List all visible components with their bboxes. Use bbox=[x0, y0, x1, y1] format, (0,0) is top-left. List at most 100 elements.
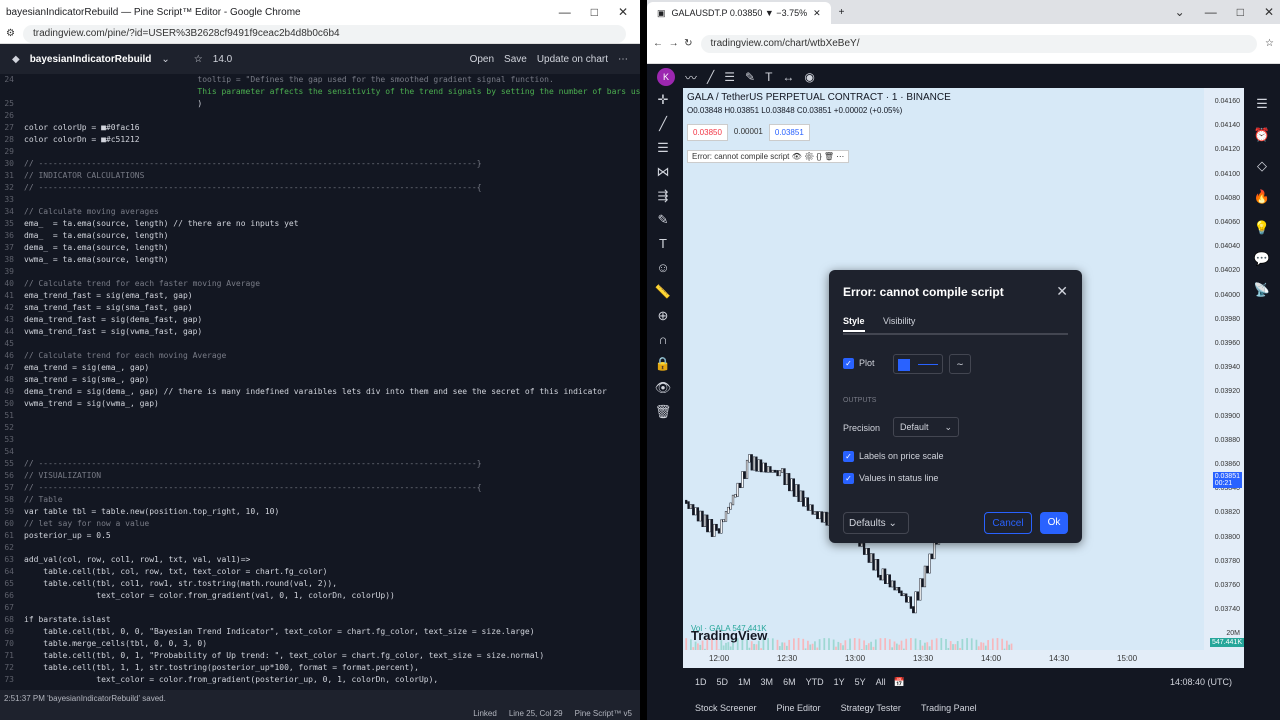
range-button-3m[interactable]: 3M bbox=[761, 677, 774, 687]
linked-status[interactable]: Linked bbox=[473, 709, 497, 718]
code-line[interactable]: 34 // Calculate moving averages bbox=[0, 206, 640, 218]
code-line[interactable]: 43 dema_trend_fast = sig(dema_fast, gap) bbox=[0, 314, 640, 326]
chevron-down-icon[interactable]: ⌄ bbox=[1175, 5, 1185, 19]
pattern-icon[interactable]: ⋈ bbox=[647, 160, 679, 184]
range-button-5y[interactable]: 5Y bbox=[855, 677, 866, 687]
close-icon[interactable]: ✕ bbox=[1264, 5, 1274, 19]
code-line[interactable]: 33 bbox=[0, 194, 640, 206]
code-line[interactable]: 56 // VISUALIZATION bbox=[0, 470, 640, 482]
code-line[interactable]: 61 posterior_up = 0.5 bbox=[0, 530, 640, 542]
open-button[interactable]: Open bbox=[470, 54, 494, 65]
code-line[interactable]: 53 bbox=[0, 434, 640, 446]
forecast-icon[interactable]: ⇶ bbox=[647, 184, 679, 208]
eye-icon[interactable]: 👁 bbox=[647, 376, 679, 400]
script-name[interactable]: bayesianIndicatorRebuild bbox=[30, 54, 152, 65]
code-line[interactable]: 68 if barstate.islast bbox=[0, 614, 640, 626]
measure-icon[interactable]: ↔ bbox=[782, 70, 794, 84]
precision-select[interactable]: Default ⌄ bbox=[893, 417, 959, 437]
code-line[interactable]: 27 color colorUp = ■#0fac16 bbox=[0, 122, 640, 134]
text-icon[interactable]: T bbox=[647, 232, 679, 256]
code-line[interactable]: 51 bbox=[0, 410, 640, 422]
values-status-checkbox[interactable]: ✓ bbox=[843, 473, 854, 485]
buy-price[interactable]: 0.03851 bbox=[768, 124, 810, 141]
time-scale[interactable]: 12:00 12:30 13:00 13:30 14:00 14:30 15:00 bbox=[683, 650, 1204, 668]
code-line[interactable]: 48 sma_trend = sig(sma_, gap) bbox=[0, 374, 640, 386]
maximize-icon[interactable]: □ bbox=[1237, 5, 1244, 19]
update-on-chart-button[interactable]: Update on chart bbox=[537, 54, 608, 65]
code-line[interactable]: 73 text_color = color.from_gradient(post… bbox=[0, 674, 640, 686]
code-line[interactable]: 36 dma_ = ta.ema(source, length) bbox=[0, 230, 640, 242]
code-line[interactable]: 46 // Calculate trend for each moving Ave… bbox=[0, 350, 640, 362]
code-line[interactable]: 63 add_val(col, row, col1, row1, txt, val… bbox=[0, 554, 640, 566]
ok-button[interactable]: Ok bbox=[1040, 512, 1068, 534]
minimize-icon[interactable]: — bbox=[1205, 5, 1217, 19]
code-line[interactable]: 37 dema_ = ta.ema(source, length) bbox=[0, 242, 640, 254]
dropdown-icon[interactable]: ⌄ bbox=[161, 54, 169, 65]
code-line[interactable]: 42 sma_trend_fast = sig(sma_fast, gap) bbox=[0, 302, 640, 314]
trendline-icon[interactable]: ╱ bbox=[647, 112, 679, 136]
range-button-1d[interactable]: 1D bbox=[695, 677, 707, 687]
code-line[interactable]: 26 bbox=[0, 110, 640, 122]
close-icon[interactable]: ✕ bbox=[1056, 283, 1068, 300]
save-button[interactable]: Save bbox=[504, 54, 527, 65]
code-line[interactable]: 35 ema_ = ta.ema(source, length) // there… bbox=[0, 218, 640, 230]
tab-pine-editor[interactable]: Pine Editor bbox=[777, 703, 821, 713]
maximize-icon[interactable]: □ bbox=[591, 5, 598, 19]
code-line[interactable]: 47 ema_trend = sig(ema_, gap) bbox=[0, 362, 640, 374]
symbol-line[interactable]: GALA / TetherUS PERPETUAL CONTRACT · 1 ·… bbox=[687, 92, 951, 103]
fib-icon[interactable]: ☰ bbox=[647, 136, 679, 160]
code-line[interactable]: 31 // INDICATOR CALCULATIONS bbox=[0, 170, 640, 182]
code-line[interactable]: 71 table.cell(tbl, 0, 1, "Probability of… bbox=[0, 650, 640, 662]
code-line[interactable]: 38 vwma_ = ta.ema(source, length) bbox=[0, 254, 640, 266]
camera-icon[interactable]: ◉ bbox=[804, 70, 814, 84]
new-tab-icon[interactable]: + bbox=[839, 7, 845, 18]
code-line[interactable]: 32 // -----------------------------------… bbox=[0, 182, 640, 194]
code-line[interactable]: 58 // Table bbox=[0, 494, 640, 506]
range-button-5d[interactable]: 5D bbox=[717, 677, 729, 687]
trash-icon[interactable]: 🗑 bbox=[647, 400, 679, 424]
forward-icon[interactable]: → bbox=[669, 38, 679, 49]
version-label[interactable]: 14.0 bbox=[213, 54, 232, 65]
streams-icon[interactable]: 📡 bbox=[1244, 274, 1280, 305]
avatar[interactable]: K bbox=[657, 68, 675, 86]
site-info-icon[interactable]: ⚙ bbox=[6, 28, 15, 39]
code-line[interactable]: 59 var table tbl = table.new(position.top… bbox=[0, 506, 640, 518]
chat-icon[interactable]: 💬 bbox=[1244, 243, 1280, 274]
code-line[interactable]: 62 bbox=[0, 542, 640, 554]
layers-icon[interactable]: ◇ bbox=[1244, 150, 1280, 181]
code-line[interactable]: 50 vwma_trend = sig(vwma_, gap) bbox=[0, 398, 640, 410]
crosshair-icon[interactable]: ✛ bbox=[647, 88, 679, 112]
url-field[interactable]: tradingview.com/chart/wtbXeBeY/ bbox=[700, 34, 1258, 53]
code-line[interactable]: 60 // let say for now a value bbox=[0, 518, 640, 530]
defaults-button[interactable]: Defaults ⌄ bbox=[843, 512, 909, 534]
tab-strategy-tester[interactable]: Strategy Tester bbox=[841, 703, 901, 713]
lock-icon[interactable]: 🔒 bbox=[647, 352, 679, 376]
alerts-icon[interactable]: ⏰ bbox=[1244, 119, 1280, 150]
code-line[interactable]: 24 tooltip = "Defines the gap used for t… bbox=[0, 74, 640, 86]
code-line[interactable]: 57 // -----------------------------------… bbox=[0, 482, 640, 494]
range-button-6m[interactable]: 6M bbox=[783, 677, 796, 687]
reload-icon[interactable]: ↻ bbox=[684, 38, 692, 49]
code-line[interactable]: 39 bbox=[0, 266, 640, 278]
code-line[interactable]: 70 table.merge_cells(tbl, 0, 0, 3, 0) bbox=[0, 638, 640, 650]
hotlist-icon[interactable]: 🔥 bbox=[1244, 181, 1280, 212]
ruler-icon[interactable]: 📏 bbox=[647, 280, 679, 304]
code-line[interactable]: 69 table.cell(tbl, 0, 0, "Bayesian Trend… bbox=[0, 626, 640, 638]
cancel-button[interactable]: Cancel bbox=[984, 512, 1032, 534]
minimize-icon[interactable]: — bbox=[559, 5, 571, 19]
browser-tab[interactable]: ▣ GALAUSDT.P 0.03850 ▼ −3.75% ✕ bbox=[647, 2, 831, 24]
tab-style[interactable]: Style bbox=[843, 316, 865, 332]
code-line[interactable]: 55 // -----------------------------------… bbox=[0, 458, 640, 470]
code-line[interactable]: 54 bbox=[0, 446, 640, 458]
code-line[interactable]: 49 dema_trend = sig(dema_, gap) // there … bbox=[0, 386, 640, 398]
code-line[interactable]: 25 ) bbox=[0, 98, 640, 110]
code-line[interactable]: This parameter affects the sensitivity o… bbox=[0, 86, 640, 98]
code-line[interactable]: 45 bbox=[0, 338, 640, 350]
code-editor[interactable]: 24 tooltip = "Defines the gap used for t… bbox=[0, 74, 640, 690]
code-line[interactable]: 65 table.cell(tbl, col1, row1, str.tostr… bbox=[0, 578, 640, 590]
close-icon[interactable]: ✕ bbox=[618, 5, 628, 19]
plot-style-icon[interactable]: ∼ bbox=[949, 354, 971, 374]
range-button-1y[interactable]: 1Y bbox=[834, 677, 845, 687]
code-line[interactable]: 40 // Calculate trend for each faster mov… bbox=[0, 278, 640, 290]
url-field[interactable]: tradingview.com/pine/?id=USER%3B2628cf94… bbox=[22, 24, 626, 43]
